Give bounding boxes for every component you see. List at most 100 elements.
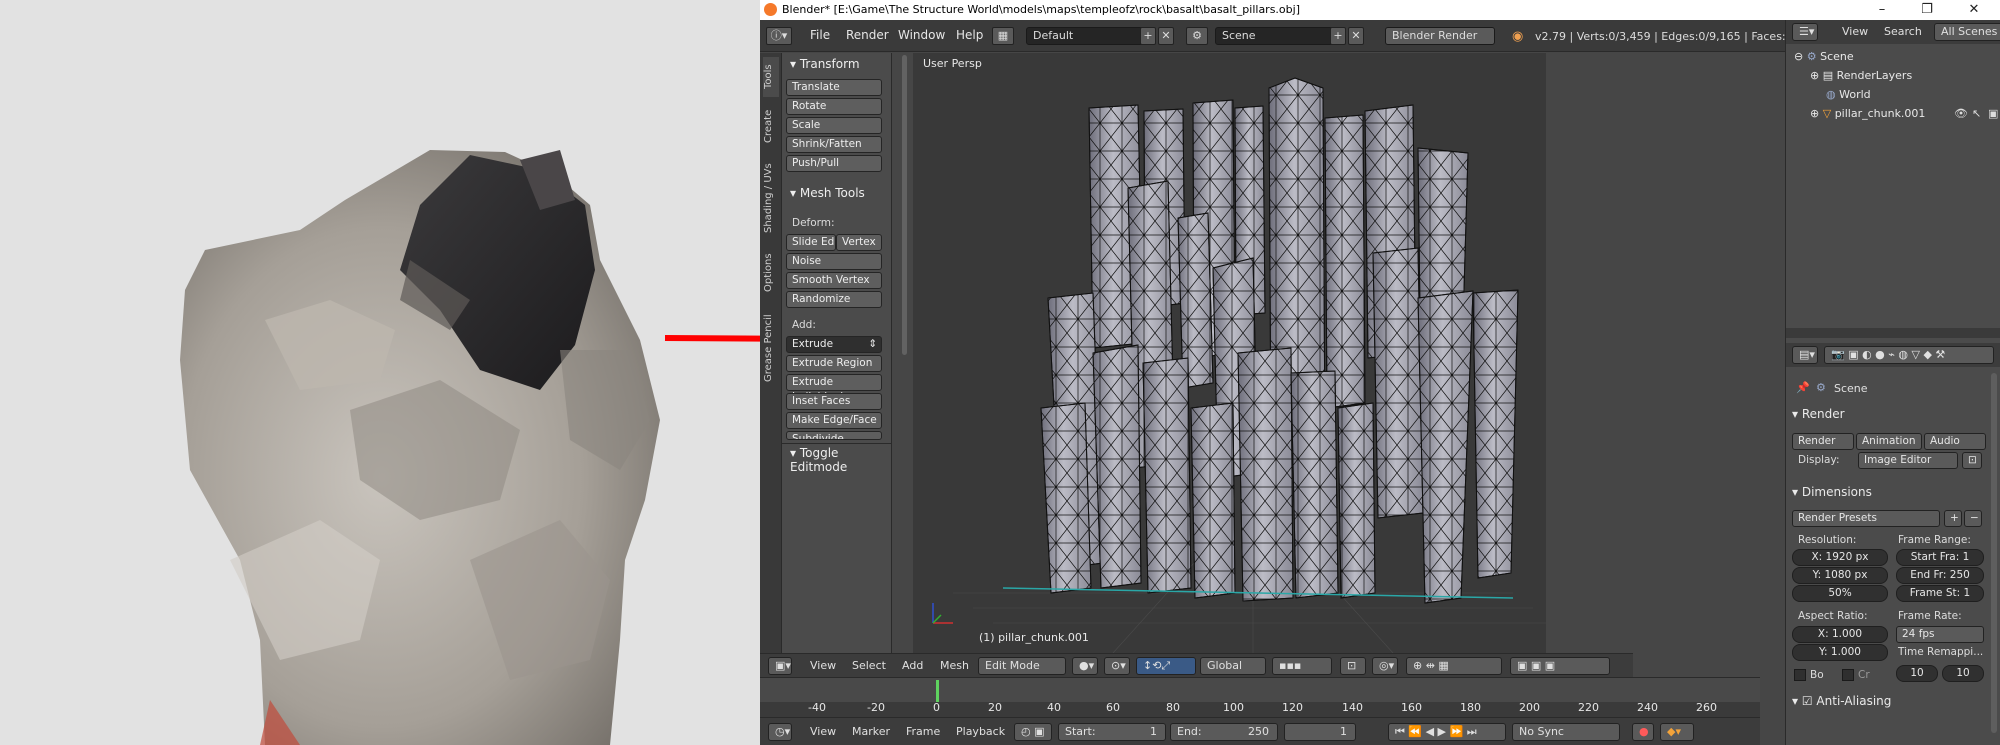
preview-range-button[interactable]: ◴ ▣ [1014,723,1052,741]
noise-button[interactable]: Noise [786,253,882,270]
outliner-item-pillar-chunk[interactable]: ⊕ ▽ pillar_chunk.001 [1810,105,1925,123]
smooth-vertex-button[interactable]: Smooth Vertex [786,272,882,289]
current-frame-field[interactable]: 1 [1284,723,1356,741]
menu-playback[interactable]: Playback [956,725,1005,738]
proportional-edit-button[interactable]: ◎▾ [1372,657,1398,675]
tab-grease-pencil[interactable]: Grease Pencil [763,303,779,393]
mesh-tools-header[interactable]: ▾ Mesh Tools [790,186,865,200]
editor-type-button[interactable]: ⓘ▾ [766,27,792,45]
menu-add[interactable]: Add [902,659,923,672]
orientation-select[interactable]: Global [1200,657,1266,675]
outliner-item-scene[interactable]: ⊖ ⚙ Scene [1794,48,1854,66]
crop-checkbox[interactable] [1842,669,1854,681]
slide-vertex-button[interactable]: Vertex [836,234,882,251]
editor-type-button[interactable]: ☰▾ [1792,23,1818,41]
keying-set-button[interactable]: ◆▾ [1660,723,1694,741]
resolution-x-field[interactable]: X: 1920 px [1792,549,1888,566]
rotate-button[interactable]: Rotate [786,98,882,115]
end-frame-field[interactable]: End: 250 [1170,723,1278,741]
inset-faces-button[interactable]: Inset Faces [786,393,882,410]
render-engine-select[interactable]: Blender Render [1385,27,1495,45]
extrude-region-button[interactable]: Extrude Region [786,355,882,372]
lock-icon[interactable]: ⊡ [1962,452,1982,469]
transform-header[interactable]: ▾ Transform [790,57,860,71]
select-mode-buttons[interactable]: ▪▪▪ [1272,657,1332,675]
anti-aliasing-panel-header[interactable]: ▾ ☑ Anti-Aliasing [1792,694,1891,708]
context-tabs[interactable]: 📷 ▣ ◐ ● ⌁ ◍ ▽ ◆ ⚒ [1824,346,1994,364]
manipulator-buttons[interactable]: ↕⟲⤢ [1136,657,1196,675]
tab-tools[interactable]: Tools [763,57,779,97]
pin-icon[interactable]: 📌 [1796,381,1810,394]
snap-buttons[interactable]: ⊕ ⇹ ▦ [1406,657,1502,675]
current-frame-marker[interactable] [936,680,939,702]
menu-window[interactable]: Window [898,28,945,42]
restore-button[interactable]: ❐ [1905,0,1949,20]
minimize-button[interactable]: – [1860,0,1904,20]
xray-button[interactable]: ⊡ [1340,657,1366,675]
outliner-item-world[interactable]: ◍ World [1826,86,1871,104]
scene-field[interactable]: Scene [1215,27,1335,45]
add-preset-icon[interactable]: + [1944,510,1962,527]
resolution-y-field[interactable]: Y: 1080 px [1792,567,1888,584]
remove-scene-icon[interactable]: ✕ [1348,27,1364,45]
make-edge-face-button[interactable]: Make Edge/Face [786,412,882,429]
audio-button[interactable]: Audio [1924,433,1986,450]
toggle-editmode-header[interactable]: ▾ Toggle Editmode [790,446,891,474]
cursor-icon[interactable]: ↖ [1972,107,1981,120]
menu-file[interactable]: File [810,28,830,42]
pivot-select[interactable]: ⊙▾ [1104,657,1130,675]
resolution-percent-slider[interactable]: 50% [1792,585,1888,602]
aspect-y-field[interactable]: Y: 1.000 [1792,644,1888,661]
render-panel-header[interactable]: ▾ Render [1792,407,1845,421]
border-checkbox[interactable] [1794,669,1806,681]
outliner-item-renderlayers[interactable]: ⊕ ▤ RenderLayers [1810,67,1912,85]
camera-icon[interactable]: ▣ [1988,107,1998,120]
slide-edge-button[interactable]: Slide Ed [786,234,836,251]
eye-icon[interactable]: 👁 [1954,107,1968,120]
randomize-button[interactable]: Randomize [786,291,882,308]
animation-button[interactable]: Animation [1856,433,1922,450]
close-button[interactable]: ✕ [1952,0,1996,20]
frame-rate-select[interactable]: 24 fps [1896,626,1984,643]
push-pull-button[interactable]: Push/Pull [786,155,882,172]
extrude-individual-button[interactable]: Extrude Individual [786,374,882,403]
playback-controls[interactable]: ⏮ ⏪ ◀ ▶ ⏩ ⏭ [1388,723,1506,741]
display-select[interactable]: Image Editor [1858,452,1958,469]
menu-help[interactable]: Help [956,28,983,42]
mode-select[interactable]: Edit Mode [978,657,1066,675]
shading-select[interactable]: ●▾ [1072,657,1098,675]
start-frame-field[interactable]: Start Fra: 1 [1896,549,1984,566]
tab-options[interactable]: Options [763,248,779,298]
editor-type-button[interactable]: ▤▾ [1792,346,1818,364]
layout-icon[interactable]: ▦ [992,27,1014,45]
scale-button[interactable]: Scale [786,117,882,134]
subdivide-button[interactable]: Subdivide [786,431,882,440]
layout-field[interactable]: Default [1026,27,1146,45]
remap-new-field[interactable]: 10 [1942,665,1984,682]
render-buttons[interactable]: ▣ ▣ ▣ [1510,657,1610,675]
render-presets-select[interactable]: Render Presets [1792,510,1940,527]
tab-create[interactable]: Create [763,103,779,149]
tab-shading-uvs[interactable]: Shading / UVs [763,153,779,243]
3d-viewport[interactable]: User Persp (1) pillar_chunk.001 [913,53,1546,653]
properties-scrollbar[interactable] [1991,373,1997,733]
frame-step-field[interactable]: Frame St: 1 [1896,585,1984,602]
remove-preset-icon[interactable]: − [1964,510,1982,527]
end-frame-field[interactable]: End Fr: 250 [1896,567,1984,584]
menu-view[interactable]: View [810,659,836,672]
display-mode-select[interactable]: All Scenes [1934,23,2000,41]
remove-layout-icon[interactable]: ✕ [1158,27,1174,45]
menu-mesh[interactable]: Mesh [940,659,969,672]
menu-search[interactable]: Search [1884,25,1922,38]
dimensions-panel-header[interactable]: ▾ Dimensions [1792,485,1872,499]
menu-marker[interactable]: Marker [852,725,890,738]
record-button[interactable]: ● [1632,723,1654,741]
editor-type-button[interactable]: ▣▾ [768,657,792,675]
add-layout-icon[interactable]: + [1140,27,1156,45]
translate-button[interactable]: Translate [786,79,882,96]
remap-old-field[interactable]: 10 [1896,665,1938,682]
outliner-scrollbar[interactable] [1786,328,2000,338]
menu-view[interactable]: View [810,725,836,738]
add-scene-icon[interactable]: + [1330,27,1346,45]
menu-render[interactable]: Render [846,28,889,42]
